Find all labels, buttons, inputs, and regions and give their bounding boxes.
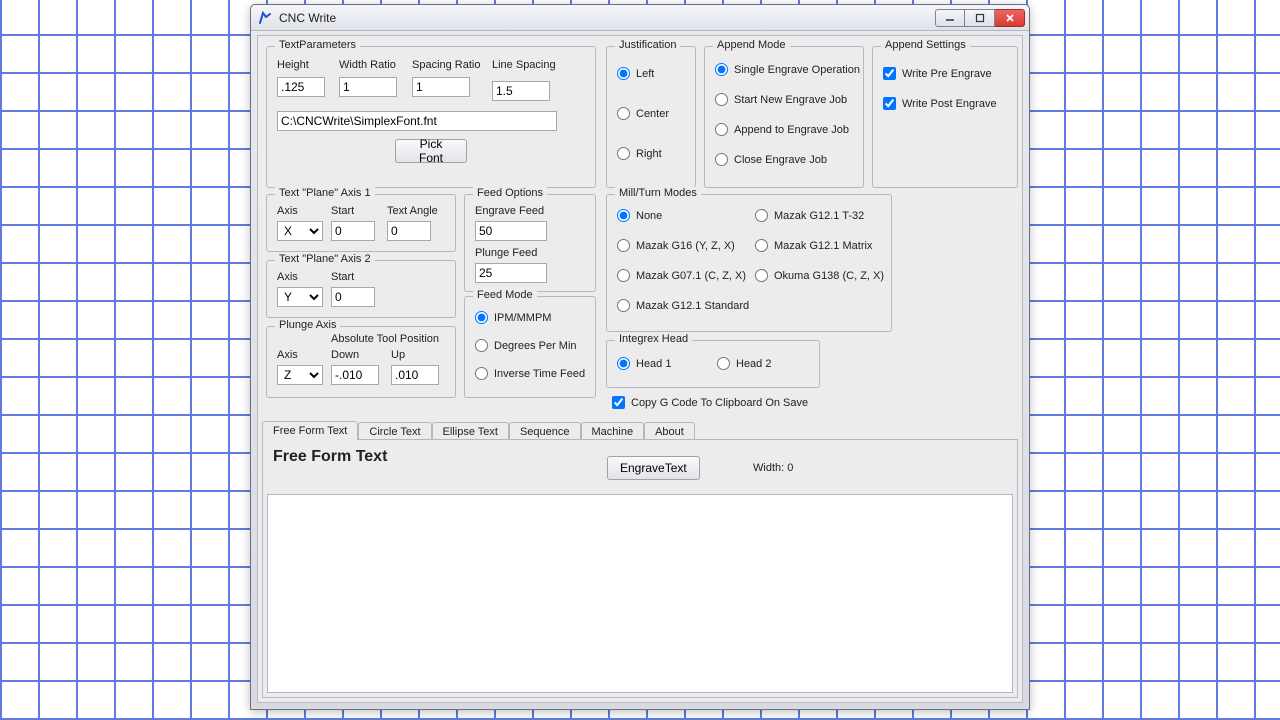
- label-plunge-up: Up: [391, 349, 405, 361]
- label-plunge-down: Down: [331, 349, 359, 361]
- group-mill-turn: Mill/Turn Modes None Mazak G16 (Y, Z, X)…: [606, 194, 892, 332]
- tab-panel-free-form: Free Form Text EngraveText Width: 0: [262, 439, 1018, 698]
- legend-plunge: Plunge Axis: [275, 319, 340, 331]
- label-plane1-angle: Text Angle: [387, 205, 438, 217]
- input-plane2-start[interactable]: [331, 287, 375, 307]
- radio-append-append[interactable]: Append to Engrave Job: [715, 123, 849, 136]
- input-engrave-feed[interactable]: [475, 221, 547, 241]
- legend-integrex: Integrex Head: [615, 333, 692, 345]
- label-plunge-feed: Plunge Feed: [475, 247, 537, 259]
- check-copy-clipboard[interactable]: Copy G Code To Clipboard On Save: [612, 396, 808, 409]
- free-form-textarea[interactable]: [267, 494, 1013, 693]
- legend-mill-turn: Mill/Turn Modes: [615, 187, 701, 199]
- input-font-path[interactable]: [277, 111, 557, 131]
- check-pre-engrave[interactable]: Write Pre Engrave: [883, 67, 992, 80]
- radio-justify-right[interactable]: Right: [617, 147, 662, 160]
- legend-plane-1: Text "Plane" Axis 1: [275, 187, 375, 199]
- label-plane2-start: Start: [331, 271, 354, 283]
- label-plane2-axis: Axis: [277, 271, 298, 283]
- radio-feed-ipm[interactable]: IPM/MMPM: [475, 311, 551, 324]
- label-width: Width: 0: [753, 462, 793, 474]
- group-plane-axis-2: Text "Plane" Axis 2 Axis Start Y: [266, 260, 456, 318]
- legend-plane-2: Text "Plane" Axis 2: [275, 253, 375, 265]
- label-plane1-axis: Axis: [277, 205, 298, 217]
- select-plane1-axis[interactable]: X: [277, 221, 323, 241]
- input-plunge-feed[interactable]: [475, 263, 547, 283]
- close-button[interactable]: [995, 9, 1025, 27]
- group-append-settings: Append Settings Write Pre Engrave Write …: [872, 46, 1018, 188]
- radio-mt-g121t[interactable]: Mazak G12.1 T-32: [755, 209, 864, 222]
- radio-mt-g121s[interactable]: Mazak G12.1 Standard: [617, 299, 749, 312]
- input-plunge-down[interactable]: [331, 365, 379, 385]
- check-post-engrave[interactable]: Write Post Engrave: [883, 97, 997, 110]
- select-plunge-axis[interactable]: Z: [277, 365, 323, 385]
- legend-justification: Justification: [615, 39, 680, 51]
- legend-append-settings: Append Settings: [881, 39, 970, 51]
- maximize-button[interactable]: [965, 9, 995, 27]
- group-feed-mode: Feed Mode IPM/MMPM Degrees Per Min Inver…: [464, 296, 596, 398]
- legend-append-mode: Append Mode: [713, 39, 790, 51]
- input-line-spacing[interactable]: [492, 81, 550, 101]
- radio-mt-g071[interactable]: Mazak G07.1 (C, Z, X): [617, 269, 746, 282]
- radio-append-single[interactable]: Single Engrave Operation: [715, 63, 860, 76]
- label-height: Height: [277, 59, 309, 71]
- pick-font-button[interactable]: Pick Font: [395, 139, 467, 163]
- label-line-spacing: Line Spacing: [492, 59, 556, 71]
- radio-head-2[interactable]: Head 2: [717, 357, 771, 370]
- tabstrip: Free Form Text Circle Text Ellipse Text …: [262, 418, 695, 440]
- group-plane-axis-1: Text "Plane" Axis 1 Axis Start Text Angl…: [266, 194, 456, 252]
- label-width-ratio: Width Ratio: [339, 59, 396, 71]
- legend-text-parameters: TextParameters: [275, 39, 360, 51]
- titlebar[interactable]: CNC Write: [251, 5, 1029, 31]
- label-atp: Absolute Tool Position: [331, 333, 439, 345]
- radio-mt-okuma[interactable]: Okuma G138 (C, Z, X): [755, 269, 884, 282]
- group-plunge-axis: Plunge Axis Absolute Tool Position Axis …: [266, 326, 456, 398]
- input-spacing-ratio[interactable]: [412, 77, 470, 97]
- minimize-button[interactable]: [935, 9, 965, 27]
- group-text-parameters: TextParameters Height Width Ratio Spacin…: [266, 46, 596, 188]
- radio-feed-dpm[interactable]: Degrees Per Min: [475, 339, 577, 352]
- heading-free-form: Free Form Text: [273, 448, 387, 466]
- engrave-text-button[interactable]: EngraveText: [607, 456, 700, 480]
- window-title: CNC Write: [279, 11, 336, 25]
- radio-mt-g121m[interactable]: Mazak G12.1 Matrix: [755, 239, 872, 252]
- group-feed-options: Feed Options Engrave Feed Plunge Feed: [464, 194, 596, 292]
- input-width-ratio[interactable]: [339, 77, 397, 97]
- label-engrave-feed: Engrave Feed: [475, 205, 544, 217]
- group-justification: Justification Left Center Right: [606, 46, 696, 188]
- label-spacing-ratio: Spacing Ratio: [412, 59, 481, 71]
- legend-feed-mode: Feed Mode: [473, 289, 537, 301]
- input-height[interactable]: [277, 77, 325, 97]
- radio-feed-itf[interactable]: Inverse Time Feed: [475, 367, 585, 380]
- input-plunge-up[interactable]: [391, 365, 439, 385]
- radio-mt-none[interactable]: None: [617, 209, 662, 222]
- input-plane1-angle[interactable]: [387, 221, 431, 241]
- window-controls: [935, 9, 1025, 27]
- select-plane2-axis[interactable]: Y: [277, 287, 323, 307]
- app-icon: [257, 10, 273, 26]
- label-plunge-axis: Axis: [277, 349, 298, 361]
- input-plane1-start[interactable]: [331, 221, 375, 241]
- radio-append-start[interactable]: Start New Engrave Job: [715, 93, 847, 106]
- radio-mt-g16[interactable]: Mazak G16 (Y, Z, X): [617, 239, 735, 252]
- client-area: TextParameters Height Width Ratio Spacin…: [257, 35, 1023, 703]
- tab-free-form[interactable]: Free Form Text: [262, 421, 358, 441]
- app-window: CNC Write TextParameters Height Width Ra…: [250, 4, 1030, 710]
- radio-append-close[interactable]: Close Engrave Job: [715, 153, 827, 166]
- legend-feed-options: Feed Options: [473, 187, 547, 199]
- radio-justify-center[interactable]: Center: [617, 107, 669, 120]
- label-plane1-start: Start: [331, 205, 354, 217]
- group-integrex: Integrex Head Head 1 Head 2: [606, 340, 820, 388]
- group-append-mode: Append Mode Single Engrave Operation Sta…: [704, 46, 864, 188]
- radio-head-1[interactable]: Head 1: [617, 357, 671, 370]
- radio-justify-left[interactable]: Left: [617, 67, 654, 80]
